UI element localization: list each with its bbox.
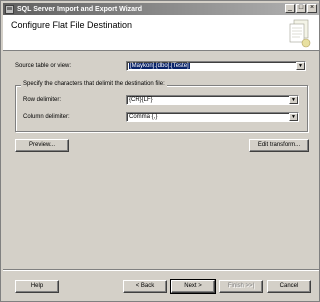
title-bar[interactable]: SQL Server Import and Export Wizard _ □ … bbox=[3, 3, 319, 15]
window-title: SQL Server Import and Export Wizard bbox=[17, 5, 143, 13]
preview-button[interactable]: Preview... bbox=[15, 139, 69, 152]
column-delimiter-select[interactable]: Comma {,} ▼ bbox=[126, 112, 299, 122]
cancel-button[interactable]: Cancel bbox=[267, 280, 311, 293]
edit-transform-button[interactable]: Edit transform... bbox=[249, 139, 309, 152]
source-table-value: [Maykon].[dbo].[Teste] bbox=[129, 63, 190, 69]
close-button[interactable]: × bbox=[307, 4, 317, 13]
maximize-button[interactable]: □ bbox=[296, 4, 306, 13]
row-delimiter-select[interactable]: {CR}{LF} ▼ bbox=[126, 95, 299, 105]
column-delimiter-value: Comma {,} bbox=[129, 114, 158, 120]
flat-file-wizard-graphic-icon bbox=[289, 19, 311, 48]
back-button[interactable]: < Back bbox=[123, 280, 167, 293]
wizard-app-icon bbox=[5, 4, 14, 14]
window-controls: _ □ × bbox=[285, 4, 317, 13]
minimize-button[interactable]: _ bbox=[285, 4, 295, 13]
chevron-down-icon[interactable]: ▼ bbox=[289, 113, 298, 121]
source-label: Source table or view: bbox=[15, 63, 72, 69]
chevron-down-icon[interactable]: ▼ bbox=[296, 62, 305, 70]
page-title: Configure Flat File Destination bbox=[11, 20, 133, 30]
row-delimiter-label: Row delimiter: bbox=[23, 97, 62, 103]
next-button[interactable]: Next > bbox=[170, 279, 216, 294]
column-delimiter-label: Column delimiter: bbox=[23, 114, 70, 120]
wizard-header: Configure Flat File Destination bbox=[3, 15, 319, 51]
finish-button[interactable]: Finish >>| bbox=[219, 280, 263, 293]
delimiter-group-label: Specify the characters that delimit the … bbox=[21, 81, 167, 87]
footer-divider bbox=[3, 269, 319, 271]
delimiter-group bbox=[15, 85, 308, 132]
chevron-down-icon[interactable]: ▼ bbox=[289, 96, 298, 104]
wizard-window: SQL Server Import and Export Wizard _ □ … bbox=[0, 0, 320, 302]
help-button[interactable]: Help bbox=[15, 280, 59, 293]
source-table-select[interactable]: [Maykon].[dbo].[Teste] ▼ bbox=[126, 61, 306, 71]
row-delimiter-value: {CR}{LF} bbox=[129, 97, 153, 103]
